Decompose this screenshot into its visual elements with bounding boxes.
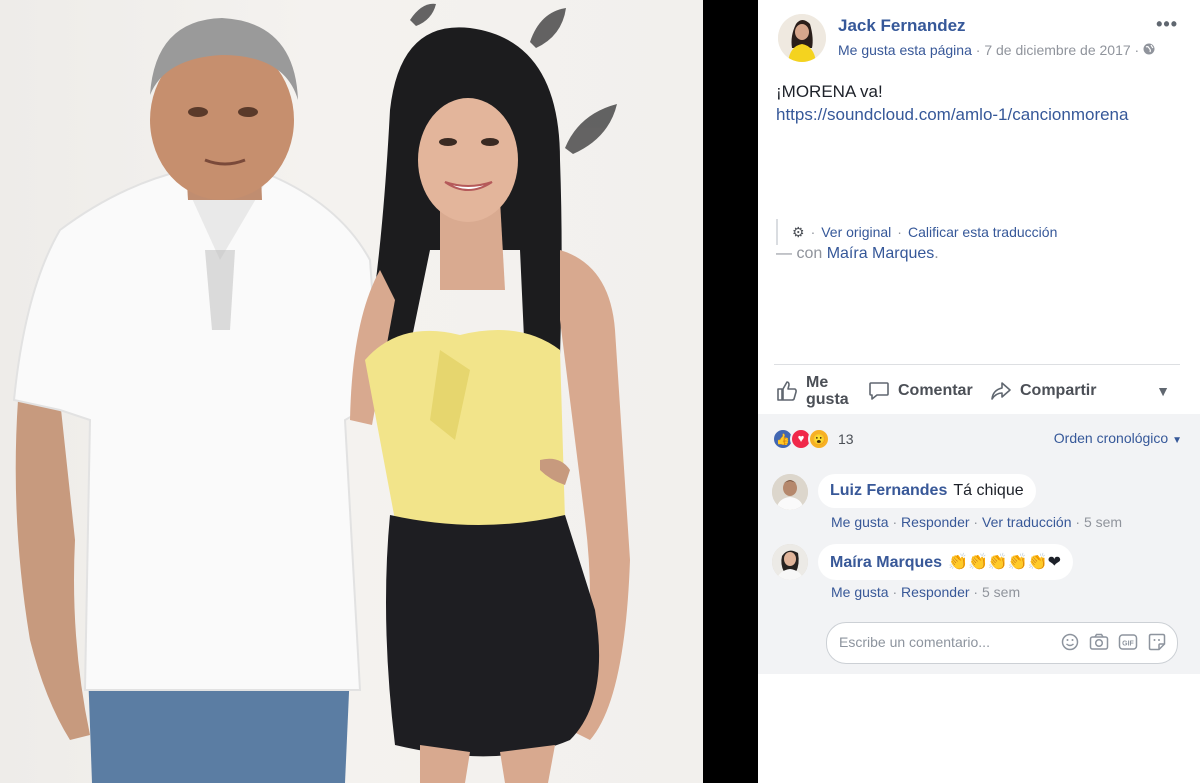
comment-button[interactable]: Comentar bbox=[868, 380, 973, 402]
photo-letterbox bbox=[703, 0, 758, 783]
audience-caret-icon[interactable]: ▼ bbox=[1156, 383, 1170, 399]
comment-actions: Me gusta · Responder · Ver traducción · … bbox=[831, 514, 1123, 530]
like-label: Me gusta bbox=[806, 374, 849, 408]
post-actions-bar: Me gusta Comentar Compartir ▼ bbox=[774, 368, 1180, 414]
thumbs-up-icon bbox=[777, 381, 797, 401]
man-eye-right bbox=[238, 107, 258, 117]
share-label: Compartir bbox=[1020, 382, 1097, 399]
share-icon bbox=[991, 382, 1011, 400]
comment-input[interactable]: Escribe un comentario... bbox=[839, 634, 990, 650]
globe-icon bbox=[1143, 42, 1155, 58]
tagged-with: — con Maíra Marques. bbox=[776, 245, 939, 263]
comment-icon bbox=[869, 382, 889, 400]
wow-icon: 😮 bbox=[808, 428, 830, 450]
author-name[interactable]: Jack Fernandez bbox=[838, 16, 966, 36]
woman-face bbox=[418, 98, 518, 222]
like-button[interactable]: Me gusta bbox=[776, 374, 849, 408]
comment-order-dropdown[interactable]: Orden cronológico ▼ bbox=[1054, 430, 1182, 446]
post-options-button[interactable]: ••• bbox=[1156, 14, 1178, 35]
comment-text: 👏👏👏👏👏❤ bbox=[948, 554, 1062, 571]
post-date[interactable]: 7 de diciembre de 2017 bbox=[984, 42, 1130, 58]
camera-icon[interactable] bbox=[1089, 632, 1109, 652]
comment-text: Tá chique bbox=[953, 482, 1024, 499]
comment-item: Luiz Fernandes Tá chique Me gusta · Respo… bbox=[772, 474, 1192, 534]
comment-reply-link[interactable]: Responder bbox=[901, 584, 970, 600]
woman-eye-right bbox=[481, 138, 499, 146]
post-photo[interactable] bbox=[0, 0, 703, 783]
photo-illustration bbox=[12, 3, 630, 783]
comment-like-link[interactable]: Me gusta bbox=[831, 514, 889, 530]
page-like-link[interactable]: Me gusta esta página bbox=[838, 42, 972, 58]
reactions-summary[interactable]: 👍 ♥ 😮 13 bbox=[772, 428, 854, 450]
woman-yellow-top bbox=[365, 330, 565, 530]
reaction-count: 13 bbox=[838, 431, 854, 447]
commenter-name[interactable]: Maíra Marques bbox=[830, 554, 942, 571]
share-button[interactable]: Compartir bbox=[990, 380, 1096, 402]
woman-eye-left bbox=[439, 138, 457, 146]
comment-like-link[interactable]: Me gusta bbox=[831, 584, 889, 600]
comment-composer[interactable]: Escribe un comentario... GIF bbox=[826, 622, 1178, 664]
svg-text:GIF: GIF bbox=[1122, 641, 1134, 648]
caret-down-icon: ▼ bbox=[1172, 435, 1182, 446]
man-left-arm bbox=[15, 400, 90, 740]
see-original-link[interactable]: Ver original bbox=[821, 224, 891, 240]
commenter-avatar[interactable] bbox=[772, 474, 808, 510]
post-meta: Me gusta esta página · 7 de diciembre de… bbox=[838, 42, 1155, 58]
with-prefix: — con bbox=[776, 245, 823, 262]
tagged-person-link[interactable]: Maíra Marques bbox=[827, 245, 935, 262]
comment-bubble: Maíra Marques 👏👏👏👏👏❤ bbox=[818, 544, 1074, 580]
meta-separator: · bbox=[1134, 42, 1144, 58]
commenter-name[interactable]: Luiz Fernandes bbox=[830, 482, 947, 499]
rate-translation-link[interactable]: Calificar esta traducción bbox=[908, 224, 1057, 240]
comment-time[interactable]: 5 sem bbox=[982, 584, 1020, 600]
composer-icons: GIF bbox=[1060, 632, 1167, 652]
comment-time[interactable]: 5 sem bbox=[1084, 514, 1122, 530]
comment-bubble: Luiz Fernandes Tá chique bbox=[818, 474, 1036, 508]
man-eye-left bbox=[188, 107, 208, 117]
gif-icon[interactable]: GIF bbox=[1118, 632, 1138, 652]
sticker-icon[interactable] bbox=[1147, 632, 1167, 652]
woman-black-skirt bbox=[386, 515, 600, 757]
comment-translate-link[interactable]: Ver traducción bbox=[982, 514, 1072, 530]
translation-bar: ⚙ · Ver original · Calificar esta traduc… bbox=[776, 219, 1057, 245]
post-side-panel: Jack Fernandez Me gusta esta página · 7 … bbox=[758, 0, 1200, 783]
post-text: ¡MORENA va! bbox=[776, 82, 883, 101]
divider bbox=[774, 364, 1180, 365]
comment-item: Maíra Marques 👏👏👏👏👏❤ Me gusta · Responder… bbox=[772, 544, 1192, 604]
commenter-avatar[interactable] bbox=[772, 544, 808, 580]
gear-icon[interactable]: ⚙ bbox=[792, 224, 805, 241]
author-avatar[interactable] bbox=[778, 14, 826, 62]
with-suffix: . bbox=[934, 245, 939, 262]
comment-label: Comentar bbox=[898, 382, 973, 399]
post-link[interactable]: https://soundcloud.com/amlo-1/cancionmor… bbox=[776, 105, 1128, 125]
emoji-icon[interactable] bbox=[1060, 632, 1080, 652]
comment-actions: Me gusta · Responder · 5 sem bbox=[831, 584, 1021, 600]
comment-reply-link[interactable]: Responder bbox=[901, 514, 970, 530]
